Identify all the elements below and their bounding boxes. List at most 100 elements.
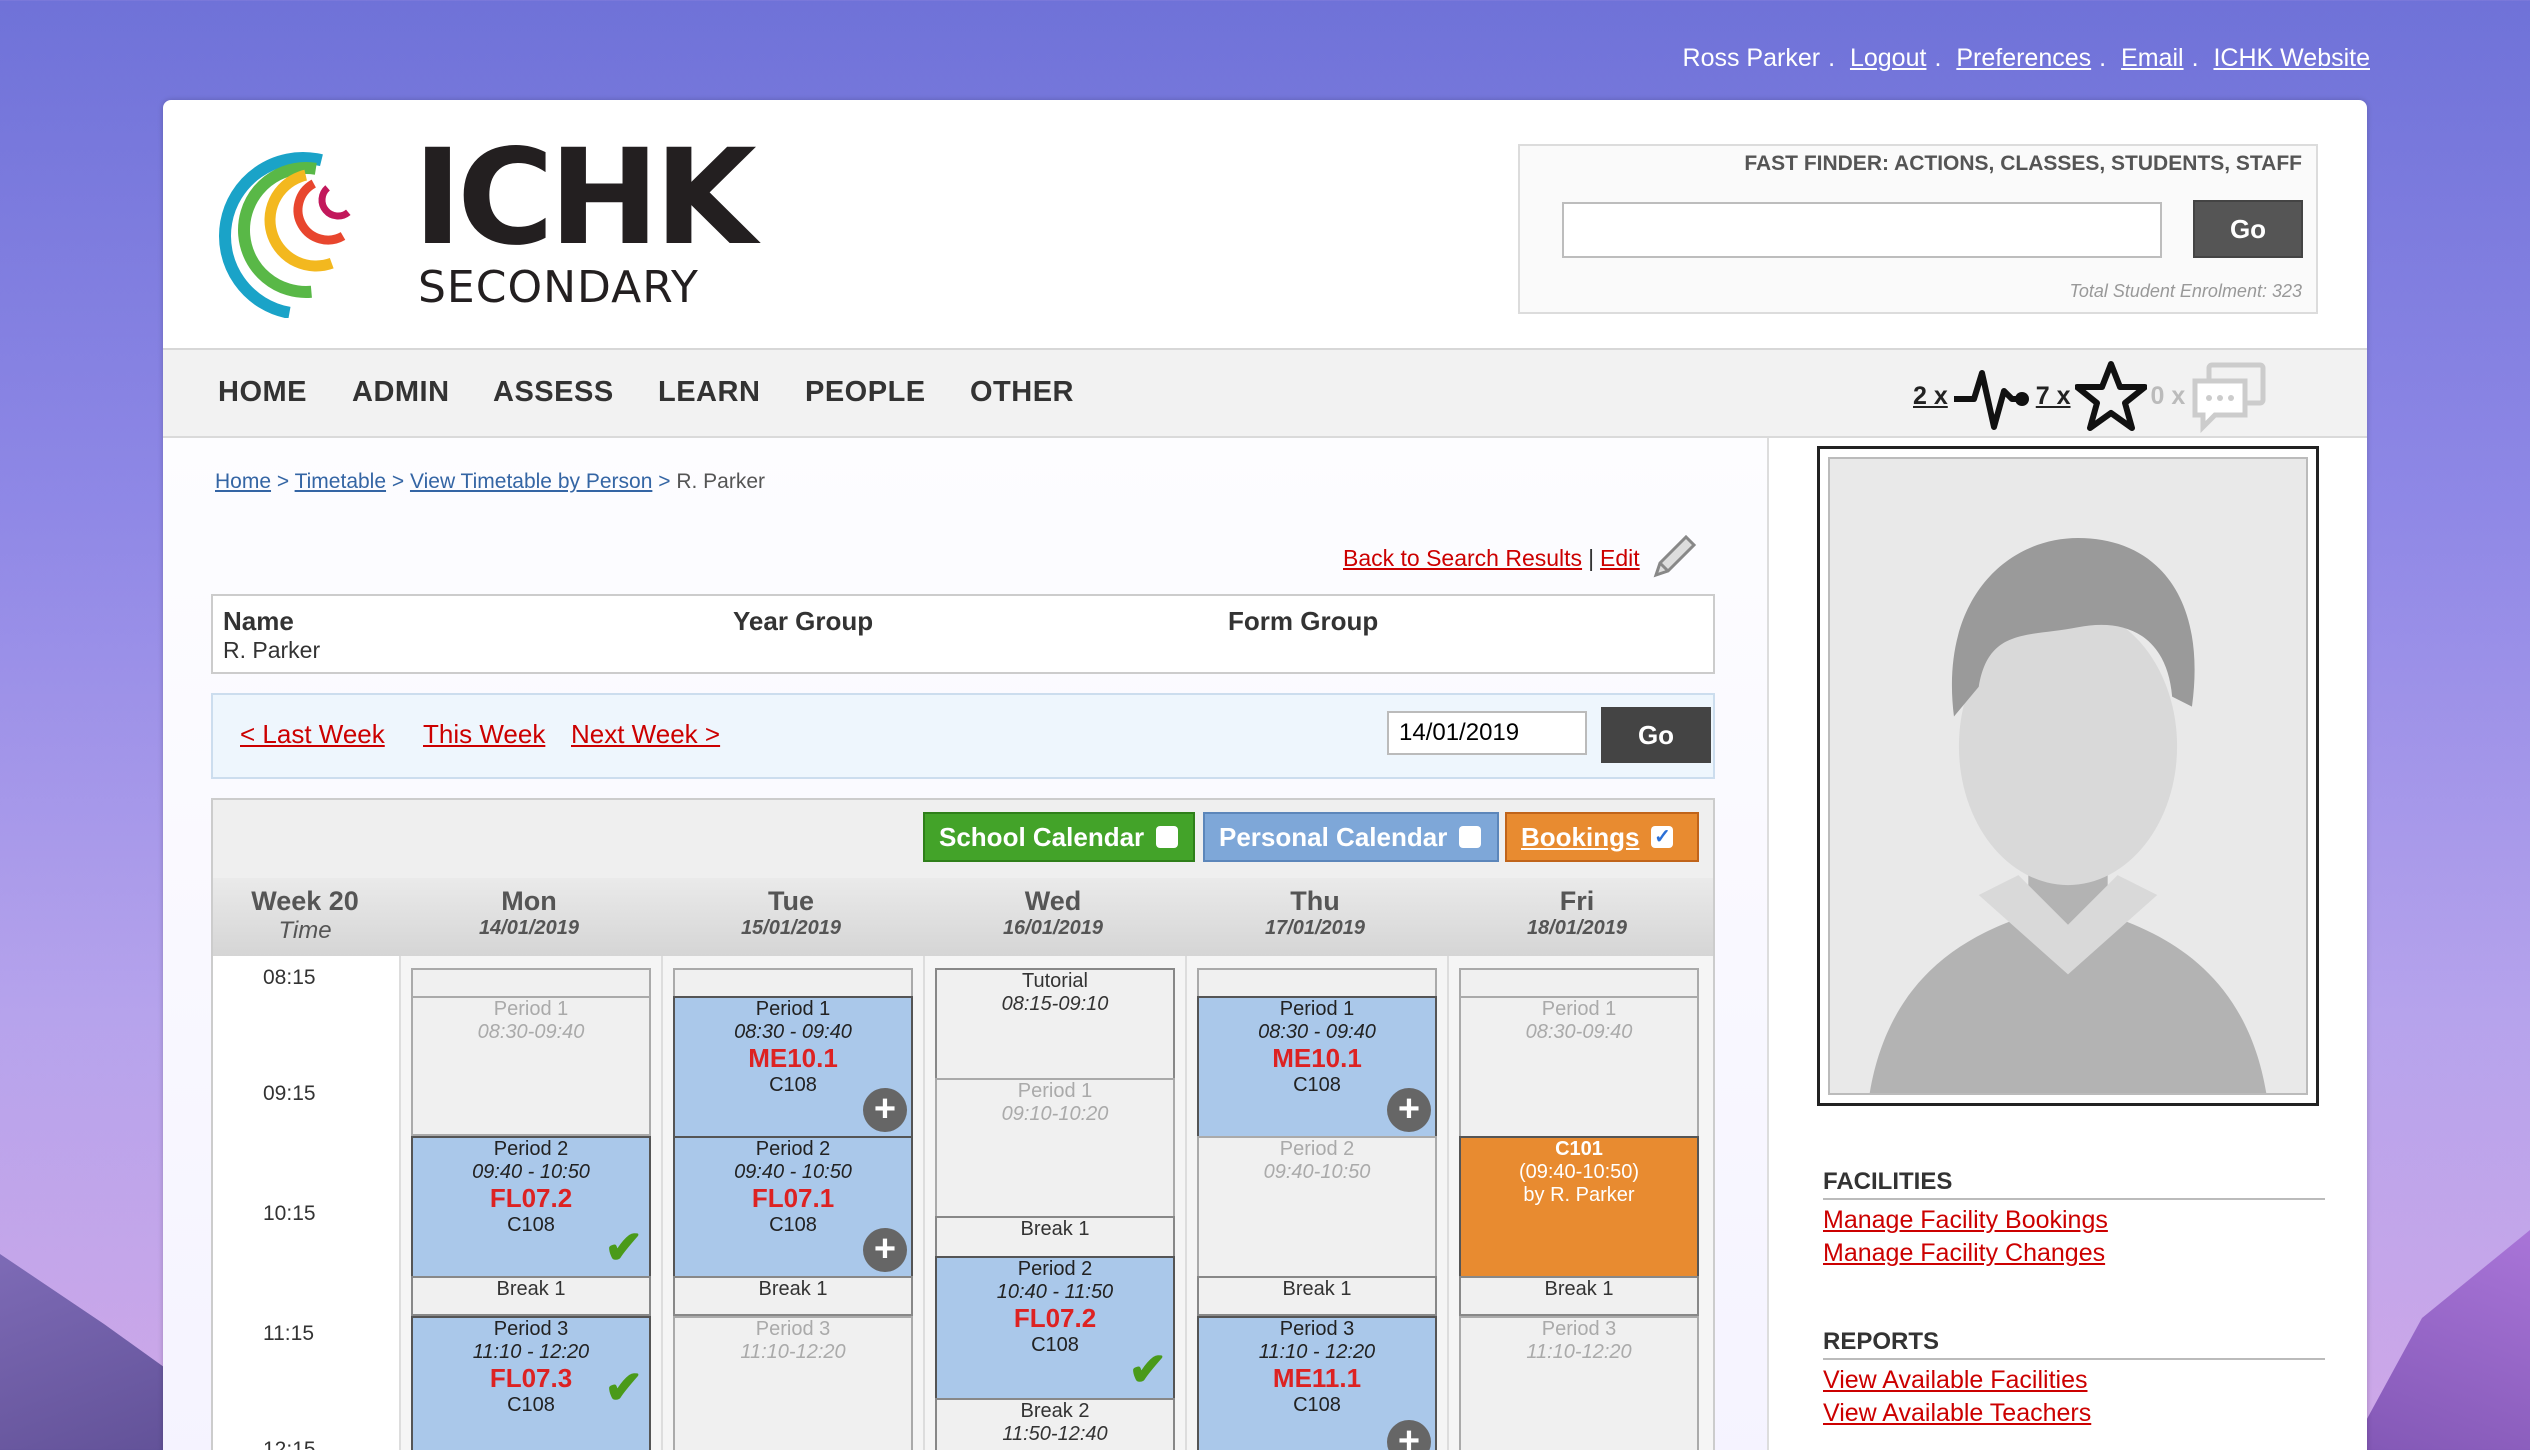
check-icon: ✔: [604, 1361, 643, 1414]
add-plus-icon[interactable]: +: [1387, 1088, 1431, 1132]
class-slot[interactable]: Period 2 10:40 - 11:50 FL07.2 C108 ✔: [935, 1256, 1175, 1400]
this-week-link[interactable]: This Week: [423, 719, 545, 750]
time-label: 11:15: [263, 1322, 314, 1345]
personal-calendar-toggle[interactable]: Personal Calendar: [1203, 812, 1499, 862]
class-slot[interactable]: Period 1 08:30 - 09:40 ME10.1 C108 +: [1197, 996, 1437, 1138]
day-header-mon: Mon 14/01/2019: [399, 886, 659, 940]
edit-link[interactable]: Edit: [1600, 545, 1640, 572]
booking-slot[interactable]: C101 (09:40-10:50) by R. Parker: [1459, 1136, 1699, 1278]
last-week-link[interactable]: < Last Week: [240, 719, 385, 750]
bookings-toggle[interactable]: Bookings ✓: [1505, 812, 1699, 862]
class-slot[interactable]: Period 3 11:10 - 12:20 FL07.3 C108 ✔: [411, 1316, 651, 1450]
view-available-facilities-link[interactable]: View Available Facilities: [1823, 1366, 2325, 1395]
break-slot: Break 1: [1459, 1276, 1699, 1316]
ichk-website-link[interactable]: ICHK Website: [2213, 44, 2370, 72]
nav-learn[interactable]: LEARN: [658, 376, 760, 409]
actions-separator: |: [1588, 544, 1595, 571]
avatar-placeholder-icon: [1830, 459, 2306, 1093]
ichk-logo[interactable]: ICHK SECONDARY: [218, 132, 757, 320]
pre-period-slot: [1197, 968, 1437, 998]
user-name: Ross Parker: [1682, 44, 1821, 72]
heartbeat-icon[interactable]: [1952, 361, 2032, 431]
day-date: 16/01/2019: [1002, 917, 1104, 939]
bookings-checkbox[interactable]: ✓: [1651, 826, 1674, 848]
breadcrumb-current: R. Parker: [676, 470, 765, 493]
period-slot[interactable]: Period 1 08:30-09:40: [411, 996, 651, 1136]
day-column-fri: Period 1 08:30-09:40 C101 (09:40-10:50) b…: [1447, 956, 1713, 1450]
breadcrumb-timetable[interactable]: Timetable: [295, 470, 386, 493]
day-date: 17/01/2019: [1264, 917, 1366, 939]
period-slot[interactable]: Period 3 11:10-12:20: [1459, 1316, 1699, 1450]
nav-admin[interactable]: ADMIN: [352, 376, 450, 409]
timetable-header: Week 20 Time Mon 14/01/2019 Tue 15/01/20…: [213, 878, 1713, 956]
enrolment-text: Total Student Enrolment: 323: [2069, 281, 2303, 301]
likes-count[interactable]: 7 x: [2036, 382, 2071, 411]
facilities-section: FACILITIES Manage Facility Bookings Mana…: [1823, 1168, 2325, 1272]
name-value: R. Parker: [223, 637, 321, 663]
class-slot[interactable]: Period 3 11:10 - 12:20 ME11.1 C108 +: [1197, 1316, 1437, 1450]
tutorial-slot[interactable]: Tutorial 08:15-09:10: [935, 968, 1175, 1080]
main-container: ICHK SECONDARY FAST FINDER: ACTIONS, CLA…: [163, 100, 2367, 1450]
breadcrumb-home[interactable]: Home: [215, 470, 271, 493]
background-mountain-right: [2350, 1230, 2530, 1450]
next-week-link[interactable]: Next Week >: [571, 719, 720, 750]
day-date: 15/01/2019: [740, 917, 842, 939]
star-icon[interactable]: [2074, 360, 2147, 432]
nav-people[interactable]: PEOPLE: [805, 376, 926, 409]
school-calendar-checkbox[interactable]: [1156, 826, 1179, 848]
alerts-count[interactable]: 2 x: [1913, 382, 1948, 411]
sidebar: FACILITIES Manage Facility Bookings Mana…: [1767, 438, 2367, 1450]
period-slot[interactable]: Period 1 09:10-10:20: [935, 1078, 1175, 1218]
class-slot[interactable]: Period 1 08:30 - 09:40 ME10.1 C108 +: [673, 996, 913, 1138]
nav-home[interactable]: HOME: [218, 376, 307, 409]
facilities-title: FACILITIES: [1823, 1168, 2325, 1200]
check-icon: ✔: [604, 1221, 643, 1274]
reports-section: REPORTS View Available Facilities View A…: [1823, 1328, 2325, 1432]
year-group-field: Year Group: [733, 606, 873, 637]
period-slot[interactable]: Period 1 08:30-09:40: [1459, 996, 1699, 1138]
back-to-search-link[interactable]: Back to Search Results: [1343, 545, 1582, 572]
pencil-icon[interactable]: [1648, 533, 1698, 583]
manage-facility-changes-link[interactable]: Manage Facility Changes: [1823, 1239, 2325, 1268]
profile-photo: [1817, 446, 2319, 1106]
date-go-button[interactable]: Go: [1601, 707, 1711, 763]
fast-finder-input[interactable]: [1562, 202, 2162, 258]
period-slot[interactable]: Period 2 09:40-10:50: [1197, 1136, 1437, 1278]
user-menu: Ross Parker. Logout. Preferences. Email.…: [1682, 44, 2370, 72]
fast-finder-go-button[interactable]: Go: [2193, 200, 2303, 258]
class-slot[interactable]: Period 2 09:40 - 10:50 FL07.2 C108 ✔: [411, 1136, 651, 1278]
period-slot[interactable]: Period 3 11:10-12:20: [673, 1316, 913, 1450]
personal-calendar-checkbox[interactable]: [1459, 826, 1482, 848]
messages-count[interactable]: 0 x: [2151, 382, 2186, 411]
day-column-wed: Tutorial 08:15-09:10 Period 1 09:10-10:20 …: [923, 956, 1185, 1450]
year-group-label: Year Group: [733, 606, 874, 636]
school-calendar-toggle[interactable]: School Calendar: [923, 812, 1195, 862]
day-header-wed: Wed 16/01/2019: [923, 886, 1183, 940]
manage-facility-bookings-link[interactable]: Manage Facility Bookings: [1823, 1206, 2325, 1235]
view-available-teachers-link[interactable]: View Available Teachers: [1823, 1399, 2325, 1428]
logout-link[interactable]: Logout: [1850, 44, 1926, 72]
logo-swirl-icon: [219, 152, 387, 318]
calendar-toggles: School Calendar Personal Calendar Bookin…: [213, 800, 1713, 878]
notification-counts: 2 x 7 x 0 x: [1913, 356, 2269, 436]
personal-calendar-label: Personal Calendar: [1219, 821, 1448, 852]
breadcrumb-view-by-person[interactable]: View Timetable by Person: [410, 470, 652, 493]
person-info: Name R. Parker Year Group Form Group: [211, 594, 1715, 674]
messages-icon[interactable]: [2189, 359, 2269, 433]
school-calendar-label: School Calendar: [939, 821, 1145, 852]
main-nav: HOME ADMIN ASSESS LEARN PEOPLE OTHER 2 x…: [163, 350, 2367, 438]
class-slot[interactable]: Period 2 09:40 - 10:50 FL07.1 C108 +: [673, 1136, 913, 1278]
date-input[interactable]: [1387, 711, 1587, 755]
break-slot: Break 1: [411, 1276, 651, 1316]
time-label: 10:15: [263, 1202, 316, 1225]
nav-assess[interactable]: ASSESS: [493, 376, 614, 409]
add-plus-icon[interactable]: +: [1387, 1420, 1431, 1450]
break-slot: Break 1: [673, 1276, 913, 1316]
form-group-label: Form Group: [1228, 606, 1379, 636]
preferences-link[interactable]: Preferences: [1956, 44, 2091, 72]
add-plus-icon[interactable]: +: [863, 1228, 907, 1272]
email-link[interactable]: Email: [2121, 44, 2184, 72]
nav-other[interactable]: OTHER: [970, 376, 1074, 409]
page-actions: Back to Search Results | Edit: [1343, 533, 1698, 583]
add-plus-icon[interactable]: +: [863, 1088, 907, 1132]
